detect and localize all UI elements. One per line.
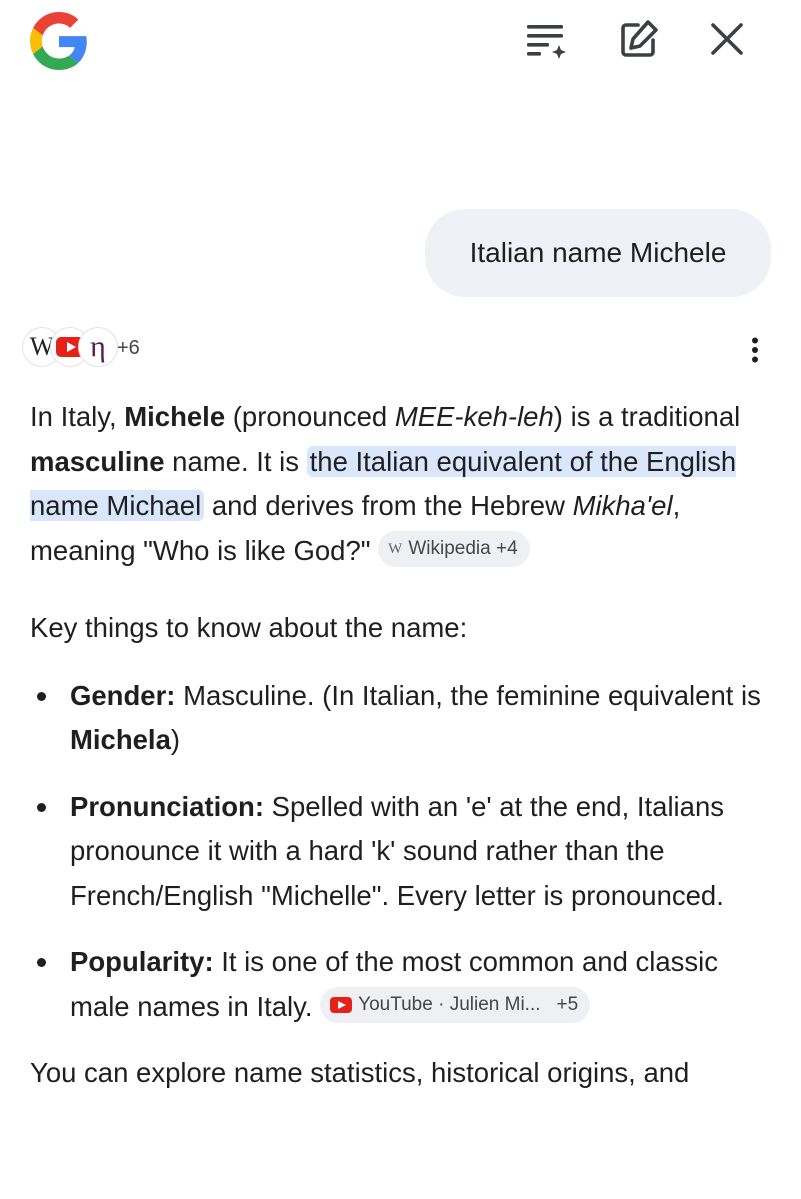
answer-text: name. It is	[164, 445, 307, 477]
new-chat-edit-icon[interactable]	[614, 14, 664, 64]
google-g-logo-icon[interactable]	[30, 12, 88, 70]
citation-chip-wikipedia[interactable]: W Wikipedia +4	[378, 531, 530, 568]
answer-bold-name: Michele	[124, 401, 226, 432]
key-things-heading: Key things to know about the name:	[30, 612, 468, 643]
citation-chip-label: YouTube · Julien Mi...	[358, 993, 541, 1015]
bullet-label: Gender:	[70, 679, 176, 711]
citation-chip-count: +5	[556, 993, 579, 1015]
more-options-icon[interactable]	[738, 330, 772, 370]
answer-text: (pronounced	[225, 401, 395, 432]
facts-list: Gender: Masculine. (In Italian, the femi…	[30, 674, 770, 1030]
bullet-label: Popularity:	[70, 946, 214, 977]
answer-text: In Italy,	[30, 401, 125, 432]
answer-intro-paragraph: In Italy, Michele (pronounced MEE-keh-le…	[30, 395, 770, 573]
list-item-gender: Gender: Masculine. (In Italian, the femi…	[30, 674, 770, 763]
history-list-icon[interactable]	[522, 14, 572, 64]
bullet-text: Masculine. (In Italian, the feminine equ…	[175, 679, 761, 711]
user-query-bubble: Italian name Michele	[425, 209, 771, 297]
nameberry-icon[interactable]: η	[78, 327, 118, 367]
pronunciation-text: MEE-keh-leh	[394, 401, 554, 432]
answer-text: and derives from the Hebrew	[204, 490, 573, 521]
list-item-pronunciation: Pronunciation: Spelled with an 'e' at th…	[30, 785, 770, 919]
sources-more-count[interactable]: +6	[117, 337, 140, 360]
sources-row[interactable]: W η +6	[22, 327, 322, 371]
wikipedia-icon: W	[388, 540, 403, 557]
hebrew-origin-text: Mikha'el	[572, 490, 673, 521]
citation-chip-label: Wikipedia +4	[408, 537, 518, 559]
top-bar	[0, 0, 801, 90]
citation-chip-youtube[interactable]: YouTube · Julien Mi... +5	[320, 987, 591, 1024]
answer-bold-gender: masculine	[30, 445, 165, 477]
list-item-popularity: Popularity: It is one of the most common…	[30, 940, 770, 1029]
close-icon[interactable]	[702, 14, 752, 64]
closing-paragraph: You can explore name statistics, histori…	[30, 1057, 690, 1088]
answer-text: ) is a traditional	[553, 401, 741, 432]
bullet-label: Pronunciation:	[70, 790, 265, 822]
ai-answer: In Italy, Michele (pronounced MEE-keh-le…	[30, 395, 770, 1096]
user-query-text: Italian name Michele	[469, 237, 727, 268]
bullet-bold-text: Michela	[70, 724, 171, 755]
bullet-text: )	[170, 724, 181, 755]
youtube-icon	[330, 997, 353, 1014]
